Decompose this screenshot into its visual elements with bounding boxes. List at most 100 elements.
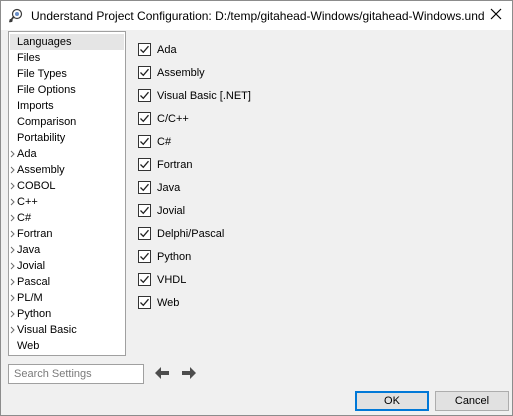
- chevron-right-icon[interactable]: [9, 242, 15, 258]
- ok-button[interactable]: OK: [355, 391, 429, 411]
- sidebar-item[interactable]: Portability: [9, 130, 125, 146]
- sidebar-item[interactable]: Ada: [9, 146, 125, 162]
- language-option[interactable]: Visual Basic [.NET]: [138, 84, 251, 107]
- sidebar-item[interactable]: Assembly: [9, 162, 125, 178]
- checkmark-icon: [140, 68, 149, 77]
- sidebar-item-label: COBOL: [17, 180, 56, 192]
- sidebar-item[interactable]: File Types: [9, 66, 125, 82]
- settings-category-tree[interactable]: Languages Files File Types File Options Impo…: [8, 31, 126, 356]
- language-checkbox[interactable]: [138, 135, 151, 148]
- sidebar-item[interactable]: Pascal: [9, 274, 125, 290]
- sidebar-item[interactable]: Comparison: [9, 114, 125, 130]
- sidebar-item[interactable]: PL/M: [9, 290, 125, 306]
- sidebar-item-label: Jovial: [17, 260, 46, 272]
- sidebar-item[interactable]: C#: [9, 210, 125, 226]
- sidebar-item[interactable]: Files: [9, 50, 125, 66]
- sidebar-item-label: Imports: [17, 100, 54, 112]
- chevron-right-icon[interactable]: [9, 162, 15, 178]
- sidebar-item-label: Comparison: [17, 116, 77, 128]
- chevron-right-icon[interactable]: [9, 274, 15, 290]
- language-label: Delphi/Pascal: [157, 227, 225, 240]
- checkmark-icon: [140, 91, 149, 100]
- language-checkbox[interactable]: [138, 66, 151, 79]
- language-label: Python: [157, 250, 192, 263]
- language-label: Assembly: [157, 66, 205, 79]
- language-label: VHDL: [157, 273, 187, 286]
- sidebar-item[interactable]: Jovial: [9, 258, 125, 274]
- language-option[interactable]: Java: [138, 176, 251, 199]
- sidebar-item[interactable]: File Options: [9, 82, 125, 98]
- language-option[interactable]: Web: [138, 291, 251, 314]
- language-checkbox[interactable]: [138, 89, 151, 102]
- arrow-left-icon: [154, 366, 170, 383]
- language-option[interactable]: Assembly: [138, 61, 251, 84]
- sidebar-item[interactable]: Web: [9, 338, 125, 354]
- forward-button[interactable]: [180, 366, 198, 382]
- cancel-button[interactable]: Cancel: [435, 391, 509, 411]
- sidebar-item[interactable]: Fortran: [9, 226, 125, 242]
- sidebar-item[interactable]: Visual Basic: [9, 322, 125, 338]
- language-checkbox[interactable]: [138, 204, 151, 217]
- chevron-right-icon[interactable]: [9, 178, 15, 194]
- sidebar-item-label: Ada: [17, 148, 37, 160]
- chevron-right-icon[interactable]: [9, 210, 15, 226]
- language-label: Ada: [157, 43, 177, 56]
- language-option[interactable]: C/C++: [138, 107, 251, 130]
- language-checkbox[interactable]: [138, 112, 151, 125]
- sidebar-item-label: Pascal: [17, 276, 51, 288]
- language-checkbox[interactable]: [138, 250, 151, 263]
- language-label: Visual Basic [.NET]: [157, 89, 251, 102]
- sidebar-item-label: Assembly: [17, 164, 65, 176]
- language-label: Jovial: [157, 204, 186, 217]
- sidebar-item-label: Files: [17, 52, 41, 64]
- sidebar-item-label: File Options: [17, 84, 76, 96]
- language-label: C/C++: [157, 112, 189, 125]
- language-checkbox[interactable]: [138, 43, 151, 56]
- sidebar-item[interactable]: Languages: [10, 34, 124, 50]
- chevron-right-icon[interactable]: [9, 322, 15, 338]
- language-option[interactable]: Jovial: [138, 199, 251, 222]
- sidebar-item[interactable]: Python: [9, 306, 125, 322]
- sidebar-item[interactable]: C++: [9, 194, 125, 210]
- chevron-right-icon[interactable]: [9, 306, 15, 322]
- understand-app-icon: [8, 8, 24, 24]
- sidebar-item-label: Web: [17, 340, 40, 352]
- chevron-right-icon[interactable]: [9, 146, 15, 162]
- chevron-right-icon[interactable]: [9, 290, 15, 306]
- sidebar-item[interactable]: Imports: [9, 98, 125, 114]
- title-bar: Understand Project Configuration: D:/tem…: [0, 0, 513, 30]
- checkmark-icon: [140, 298, 149, 307]
- language-checkbox[interactable]: [138, 273, 151, 286]
- language-checkbox[interactable]: [138, 158, 151, 171]
- language-option[interactable]: C#: [138, 130, 251, 153]
- checkmark-icon: [140, 160, 149, 169]
- sidebar-item[interactable]: Java: [9, 242, 125, 258]
- close-icon: [490, 8, 502, 23]
- sidebar-item-label: Visual Basic: [17, 324, 77, 336]
- language-option[interactable]: VHDL: [138, 268, 251, 291]
- search-settings-input[interactable]: [8, 364, 144, 384]
- sidebar-item-label: Languages: [17, 36, 72, 48]
- language-checkbox[interactable]: [138, 227, 151, 240]
- close-button[interactable]: [485, 4, 507, 26]
- chevron-right-icon[interactable]: [9, 258, 15, 274]
- language-checkbox-list: Ada Assembly Visual Basic [.NET] C/C++ C# For…: [138, 38, 251, 314]
- language-label: Fortran: [157, 158, 193, 171]
- chevron-right-icon[interactable]: [9, 226, 15, 242]
- language-checkbox[interactable]: [138, 181, 151, 194]
- back-button[interactable]: [153, 366, 171, 382]
- language-checkbox[interactable]: [138, 296, 151, 309]
- checkmark-icon: [140, 229, 149, 238]
- chevron-right-icon[interactable]: [9, 194, 15, 210]
- language-option[interactable]: Python: [138, 245, 251, 268]
- language-label: Web: [157, 296, 180, 309]
- language-option[interactable]: Fortran: [138, 153, 251, 176]
- language-option[interactable]: Delphi/Pascal: [138, 222, 251, 245]
- sidebar-item-label: File Types: [17, 68, 67, 80]
- sidebar-item[interactable]: COBOL: [9, 178, 125, 194]
- language-label: Java: [157, 181, 181, 194]
- language-option[interactable]: Ada: [138, 38, 251, 61]
- checkmark-icon: [140, 183, 149, 192]
- checkmark-icon: [140, 114, 149, 123]
- window-title: Understand Project Configuration: D:/tem…: [31, 9, 485, 23]
